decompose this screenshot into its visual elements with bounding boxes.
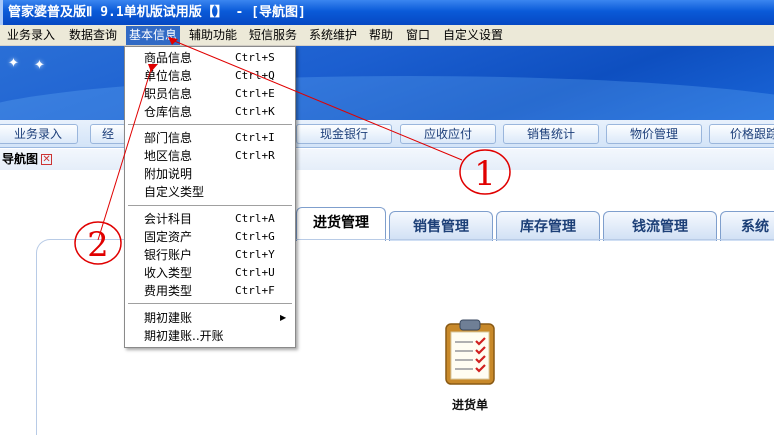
tab-system[interactable]: 系统	[720, 211, 774, 241]
menu-item-label: 仓库信息	[144, 105, 193, 119]
menu-bar: 业务录入 数据查询 基本信息 辅助功能 短信服务 系统维护 帮助 窗口 自定义设…	[0, 25, 774, 46]
menu-item-expense-types[interactable]: 费用类型 Ctrl+F	[125, 282, 295, 300]
toolbar-cash-bank[interactable]: 现金银行	[296, 124, 392, 144]
menu-item-label: 费用类型	[144, 284, 193, 298]
menu-custom-settings[interactable]: 自定义设置	[440, 26, 506, 45]
menu-item-label: 单位信息	[144, 69, 193, 83]
star-icon: ✦	[34, 58, 45, 73]
menu-item-opening-accounts-open[interactable]: 期初建账..开账	[125, 327, 295, 345]
banner-wave	[0, 76, 774, 120]
tab-sales-management[interactable]: 销售管理	[389, 211, 493, 241]
menu-item-shortcut: Ctrl+Y	[235, 248, 275, 261]
toolbar-button-partial[interactable]: 经	[90, 124, 126, 144]
menu-item-opening-accounts[interactable]: 期初建账 ▶	[125, 309, 295, 327]
menu-item-warehouse-info[interactable]: 仓库信息 Ctrl+K	[125, 103, 295, 121]
menu-sms-service[interactable]: 短信服务	[246, 26, 300, 45]
menu-item-label: 收入类型	[144, 266, 193, 280]
close-icon[interactable]: ✕	[41, 154, 53, 165]
menu-separator	[128, 205, 292, 207]
menu-item-label: 银行账户	[144, 248, 193, 262]
window-title: 管家婆普及版Ⅱ 9.1单机版试用版【】 - [导航图]	[8, 5, 306, 20]
menu-item-shortcut: Ctrl+R	[235, 149, 275, 162]
menu-item-label: 地区信息	[144, 149, 193, 163]
toolbar-price-management[interactable]: 物价管理	[606, 124, 702, 144]
menu-item-accounting-subjects[interactable]: 会计科目 Ctrl+A	[125, 210, 295, 228]
menu-item-label: 职员信息	[144, 87, 193, 101]
menu-item-label: 附加说明	[144, 167, 193, 181]
menu-item-unit-info[interactable]: 单位信息 Ctrl+Q	[125, 67, 295, 85]
toolbar-receivable-payable[interactable]: 应收应付	[400, 124, 496, 144]
tab-inventory-management[interactable]: 库存管理	[496, 211, 600, 241]
menu-item-label: 固定资产	[144, 230, 193, 244]
menu-item-label: 自定义类型	[144, 185, 205, 199]
menu-item-product-info[interactable]: 商品信息 Ctrl+S	[125, 49, 295, 67]
menu-data-query[interactable]: 数据查询	[66, 26, 120, 45]
title-bar: 管家婆普及版Ⅱ 9.1单机版试用版【】 - [导航图]	[0, 0, 774, 25]
tab-cash-flow-management[interactable]: 钱流管理	[603, 211, 717, 241]
menu-item-staff-info[interactable]: 职员信息 Ctrl+E	[125, 85, 295, 103]
menu-business-entry[interactable]: 业务录入	[4, 26, 58, 45]
menu-separator	[128, 124, 292, 126]
menu-item-label: 商品信息	[144, 51, 193, 65]
menu-item-region-info[interactable]: 地区信息 Ctrl+R	[125, 147, 295, 165]
menu-item-additional-notes[interactable]: 附加说明	[125, 165, 295, 183]
header-banner: ✦ ✦	[0, 46, 774, 120]
menu-basic-info[interactable]: 基本信息	[126, 26, 181, 45]
toolbar-sales-statistics[interactable]: 销售统计	[503, 124, 599, 144]
menu-item-shortcut: Ctrl+A	[235, 212, 275, 225]
toolbar-price-tracking[interactable]: 价格跟踪	[709, 124, 774, 144]
tab-purchase-management[interactable]: 进货管理	[296, 207, 386, 241]
menu-item-shortcut: Ctrl+G	[235, 230, 275, 243]
menu-item-label: 部门信息	[144, 131, 193, 145]
menu-item-shortcut: Ctrl+I	[235, 131, 275, 144]
menu-item-label: 会计科目	[144, 212, 193, 226]
purchase-order-label[interactable]: 进货单	[440, 396, 500, 413]
menu-separator	[128, 303, 292, 305]
menu-item-shortcut: Ctrl+S	[235, 51, 275, 64]
menu-system-maintenance[interactable]: 系统维护	[306, 26, 360, 45]
star-icon: ✦	[8, 56, 19, 71]
navigator-title: 导航图	[2, 152, 39, 166]
clipboard-checklist-icon	[445, 319, 495, 385]
menu-item-shortcut: Ctrl+U	[235, 266, 275, 279]
menu-item-department-info[interactable]: 部门信息 Ctrl+I	[125, 129, 295, 147]
navigator-header: 导航图 ✕	[0, 149, 774, 170]
menu-item-shortcut: Ctrl+K	[235, 105, 275, 118]
menu-item-label: 期初建账	[144, 311, 193, 325]
menu-item-shortcut: Ctrl+E	[235, 87, 275, 100]
menu-item-income-types[interactable]: 收入类型 Ctrl+U	[125, 264, 295, 282]
menu-aux-functions[interactable]: 辅助功能	[186, 26, 240, 45]
menu-item-shortcut: Ctrl+Q	[235, 69, 275, 82]
quick-toolbar: 业务录入 经 现金银行 应收应付 销售统计 物价管理 价格跟踪	[0, 120, 774, 148]
menu-item-custom-types[interactable]: 自定义类型	[125, 183, 295, 201]
menu-item-bank-accounts[interactable]: 银行账户 Ctrl+Y	[125, 246, 295, 264]
submenu-arrow-icon: ▶	[280, 313, 287, 322]
menu-item-fixed-assets[interactable]: 固定资产 Ctrl+G	[125, 228, 295, 246]
menu-item-shortcut: Ctrl+F	[235, 284, 275, 297]
menu-help[interactable]: 帮助	[366, 26, 396, 45]
toolbar-business-entry[interactable]: 业务录入	[0, 124, 78, 144]
module-tabs: 进货管理 销售管理 库存管理 钱流管理 系统	[0, 205, 774, 241]
title-bar-edge	[0, 0, 3, 25]
basic-info-dropdown: 商品信息 Ctrl+S 单位信息 Ctrl+Q 职员信息 Ctrl+E 仓库信息 Ctr…	[124, 46, 296, 348]
menu-item-label: 期初建账..开账	[144, 329, 224, 343]
menu-window[interactable]: 窗口	[403, 26, 433, 45]
purchase-order-shortcut[interactable]	[440, 318, 500, 388]
